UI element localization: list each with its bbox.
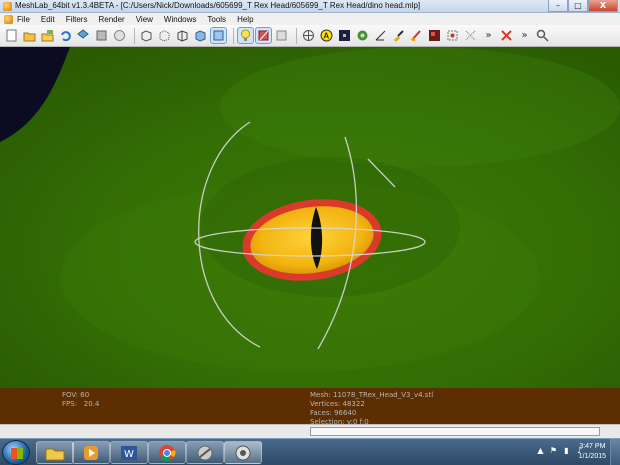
chrome-icon: [159, 444, 176, 461]
backface-icon[interactable]: [255, 27, 272, 44]
open-project-icon[interactable]: [22, 28, 37, 43]
snapshot-icon[interactable]: [112, 28, 127, 43]
menu-windows[interactable]: Windows: [164, 15, 196, 24]
meshlab-icon: [235, 445, 251, 460]
export-mesh-icon[interactable]: [94, 28, 109, 43]
network-icon[interactable]: ▮: [562, 446, 571, 455]
reload-icon[interactable]: [58, 28, 73, 43]
measure-icon[interactable]: [355, 28, 370, 43]
save-project-icon[interactable]: [40, 28, 55, 43]
menu-file[interactable]: File: [17, 15, 30, 24]
vertex-count: Vertices: 48322: [310, 400, 365, 408]
mesh-render: [0, 47, 620, 388]
paint-icon[interactable]: [391, 28, 406, 43]
info-panel: FOV: 60 FPS: 20.4 Mesh: 11078_TRex_Head_…: [0, 388, 620, 424]
toolbar-separator: [233, 27, 234, 44]
menu-filters[interactable]: Filters: [66, 15, 88, 24]
hidden-lines-icon[interactable]: [193, 28, 208, 43]
svg-text:W: W: [124, 449, 134, 460]
progress-bar: [310, 427, 600, 436]
chrome-taskbar-button[interactable]: [148, 441, 186, 464]
windows-logo-icon: [11, 448, 23, 459]
taskbar: W ▲ ⚑ ▮ ♪ 3:47 PM 1/1/2015: [0, 438, 620, 465]
explorer-taskbar-button[interactable]: [36, 441, 74, 464]
menu-render[interactable]: Render: [98, 15, 124, 24]
3d-viewport[interactable]: [0, 47, 620, 388]
color-mode-icon[interactable]: [274, 28, 289, 43]
menu-edit[interactable]: Edit: [41, 15, 55, 24]
face-count: Faces: 96640: [310, 409, 357, 417]
fps-readout: FPS: 20.4: [62, 400, 100, 408]
status-bar: [0, 424, 620, 438]
select-faces-icon[interactable]: [427, 28, 442, 43]
bounding-box-icon[interactable]: [139, 28, 154, 43]
toolbar-separator: [296, 27, 297, 44]
fov-readout: FOV: 60: [62, 391, 90, 399]
show-hidden-icons-icon[interactable]: ▲: [536, 446, 545, 455]
import-mesh-icon[interactable]: [76, 28, 91, 43]
flag-icon[interactable]: ⚑: [549, 446, 558, 455]
layers-icon[interactable]: [301, 28, 316, 43]
align-icon[interactable]: [373, 28, 388, 43]
meshlab-app-icon[interactable]: [3, 2, 12, 11]
more-icon-2[interactable]: »: [517, 28, 532, 43]
mesh-name: Mesh: 11078_TRex_Head_V3_v4.stl: [310, 391, 434, 399]
lighting-icon[interactable]: [237, 27, 254, 44]
new-project-icon[interactable]: [4, 28, 19, 43]
wireframe-icon[interactable]: [175, 28, 190, 43]
toolbar: A » »: [0, 25, 620, 47]
media-player-taskbar-button[interactable]: [72, 441, 110, 464]
minimize-button[interactable]: –: [548, 0, 568, 12]
brush-icon[interactable]: [409, 28, 424, 43]
word-taskbar-button[interactable]: W: [110, 441, 148, 464]
close-button[interactable]: X: [588, 0, 618, 12]
folder-icon: [45, 448, 65, 460]
start-button[interactable]: [2, 440, 30, 465]
word-icon: W: [121, 445, 137, 460]
maximize-button[interactable]: □: [568, 0, 588, 12]
smooth-shading-icon[interactable]: [210, 27, 227, 44]
toolbar-separator: [134, 27, 135, 44]
title-bar: MeshLab_64bit v1.3.4BETA - [C:/Users/Nic…: [0, 0, 620, 13]
more-icon[interactable]: »: [481, 28, 496, 43]
clock[interactable]: 3:47 PM 1/1/2015: [579, 442, 606, 462]
svg-text:A: A: [324, 32, 330, 41]
select-vertices-icon[interactable]: [445, 28, 460, 43]
clock-time: 3:47 PM: [579, 443, 606, 450]
window-title: MeshLab_64bit v1.3.4BETA - [C:/Users/Nic…: [15, 1, 421, 10]
delete-selection-icon[interactable]: [499, 28, 514, 43]
clock-date: 1/1/2015: [578, 453, 606, 460]
meshlab-taskbar-button[interactable]: [224, 441, 262, 464]
show-desktop-button[interactable]: [610, 439, 620, 465]
texture-icon[interactable]: [337, 28, 352, 43]
menu-bar: File Edit Filters Render View Windows To…: [0, 13, 620, 25]
menu-tools[interactable]: Tools: [207, 15, 226, 24]
document-icon[interactable]: [4, 14, 13, 24]
search-icon[interactable]: [535, 28, 550, 43]
system-tray: ▲ ⚑ ▮ ♪: [536, 446, 584, 455]
window-controls: – □ X: [548, 0, 618, 12]
media-player-icon: [84, 445, 98, 460]
align-tool-icon[interactable]: [463, 28, 478, 43]
points-icon[interactable]: [157, 28, 172, 43]
app-taskbar-button[interactable]: [186, 441, 224, 464]
menu-help[interactable]: Help: [237, 15, 253, 24]
menu-view[interactable]: View: [136, 15, 153, 24]
annotate-icon[interactable]: A: [319, 28, 334, 43]
app-icon: [197, 445, 213, 460]
